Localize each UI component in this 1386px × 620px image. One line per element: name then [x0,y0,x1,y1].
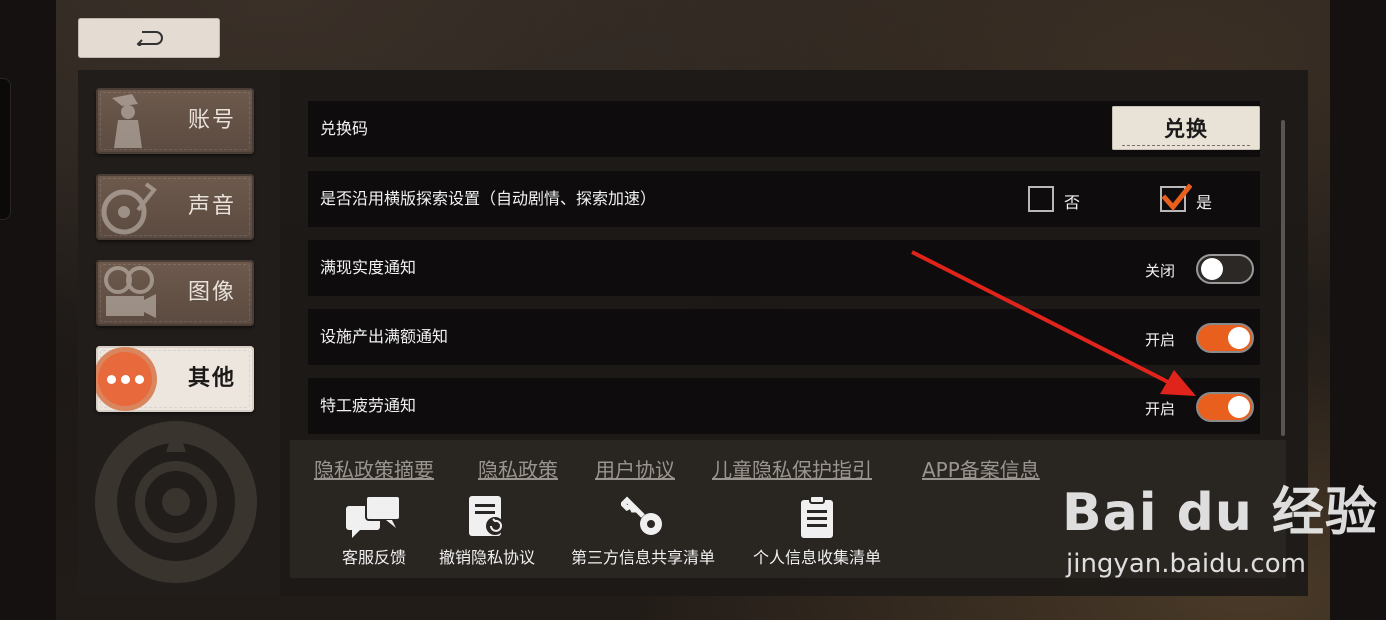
tab-account[interactable]: 账号 [96,88,254,154]
facility-notify-state: 开启 [1145,331,1176,349]
explore-setting-row: 是否沿用横版探索设置（自动剧情、探索加速） [308,171,1260,227]
realism-notify-toggle[interactable] [1196,254,1254,284]
tab-image[interactable]: 图像 [96,260,254,326]
tab-account-label: 账号 [187,108,236,133]
agent-fatigue-label: 特工疲劳通知 [320,396,417,415]
account-figure-icon [112,94,142,148]
revoke-privacy-label: 撤销隐私协议 [438,548,535,567]
realism-notify-label: 满现实度通知 [320,258,417,277]
checkmark-icon [1161,183,1192,211]
more-dots-icon [98,352,152,406]
tab-sound-label: 声音 [187,194,236,219]
chat-bubbles-icon [346,496,401,538]
gear-decoration-icon [95,421,257,583]
explore-yes-label: 是 [1196,193,1213,212]
toggle-knob [1228,327,1250,349]
back-button[interactable] [78,18,220,58]
screen-notch [0,78,11,220]
customer-feedback-label: 客服反馈 [341,548,406,567]
clipboard-icon [801,496,833,538]
personal-info-button[interactable]: 个人信息收集清单 [748,496,886,568]
revoke-privacy-button[interactable]: 撤销隐私协议 [434,496,540,568]
app-filing-link[interactable]: APP备案信息 [922,454,1040,483]
agent-fatigue-state: 开启 [1145,400,1176,418]
left-edge [0,0,56,620]
realism-notify-state: 关闭 [1145,262,1176,280]
key-icon [621,496,662,535]
scrollbar[interactable] [1281,120,1285,436]
baidu-watermark: Bai du 经验 jingyan.baidu.com [1062,470,1378,579]
facility-notify-row: 设施产出满额通知 [308,309,1260,365]
explore-yes-checkbox[interactable] [1160,183,1192,212]
tab-other-label: 其他 [187,366,236,391]
agent-fatigue-row: 特工疲劳通知 [308,378,1260,434]
customer-feedback-button[interactable]: 客服反馈 [336,496,412,568]
explore-no-label: 否 [1064,193,1081,212]
third-party-sharing-button[interactable]: 第三方信息共享清单 [566,496,720,568]
record-player-icon [101,182,157,235]
redeem-button[interactable]: 兑换 [1112,106,1260,150]
privacy-summary-link[interactable]: 隐私政策摘要 [314,454,434,483]
film-projector-icon [104,266,156,318]
tab-sound[interactable]: 声音 [96,174,254,240]
redeem-code-label: 兑换码 [320,119,369,138]
tab-image-label: 图像 [187,280,236,305]
user-agreement-link[interactable]: 用户协议 [595,454,675,483]
personal-info-label: 个人信息收集清单 [752,548,881,567]
realism-notify-row: 满现实度通知 [308,240,1260,296]
third-party-sharing-label: 第三方信息共享清单 [570,548,715,567]
privacy-policy-link[interactable]: 隐私政策 [478,454,558,483]
redeem-button-label: 兑换 [1164,117,1208,141]
document-revoke-icon [469,496,504,536]
explore-no-checkbox[interactable] [1028,186,1054,212]
toggle-knob [1201,258,1223,280]
child-privacy-link[interactable]: 儿童隐私保护指引 [712,454,872,483]
facility-notify-label: 设施产出满额通知 [320,327,449,346]
watermark-url: jingyan.baidu.com [1066,549,1306,579]
agent-fatigue-toggle[interactable] [1196,392,1254,422]
tab-other[interactable]: 其他 [96,346,254,412]
watermark-brand: Bai du 经验 [1062,483,1378,543]
facility-notify-toggle[interactable] [1196,323,1254,353]
toggle-knob [1228,396,1250,418]
back-arrow-icon [136,31,163,46]
explore-setting-label: 是否沿用横版探索设置（自动剧情、探索加速） [320,189,657,208]
